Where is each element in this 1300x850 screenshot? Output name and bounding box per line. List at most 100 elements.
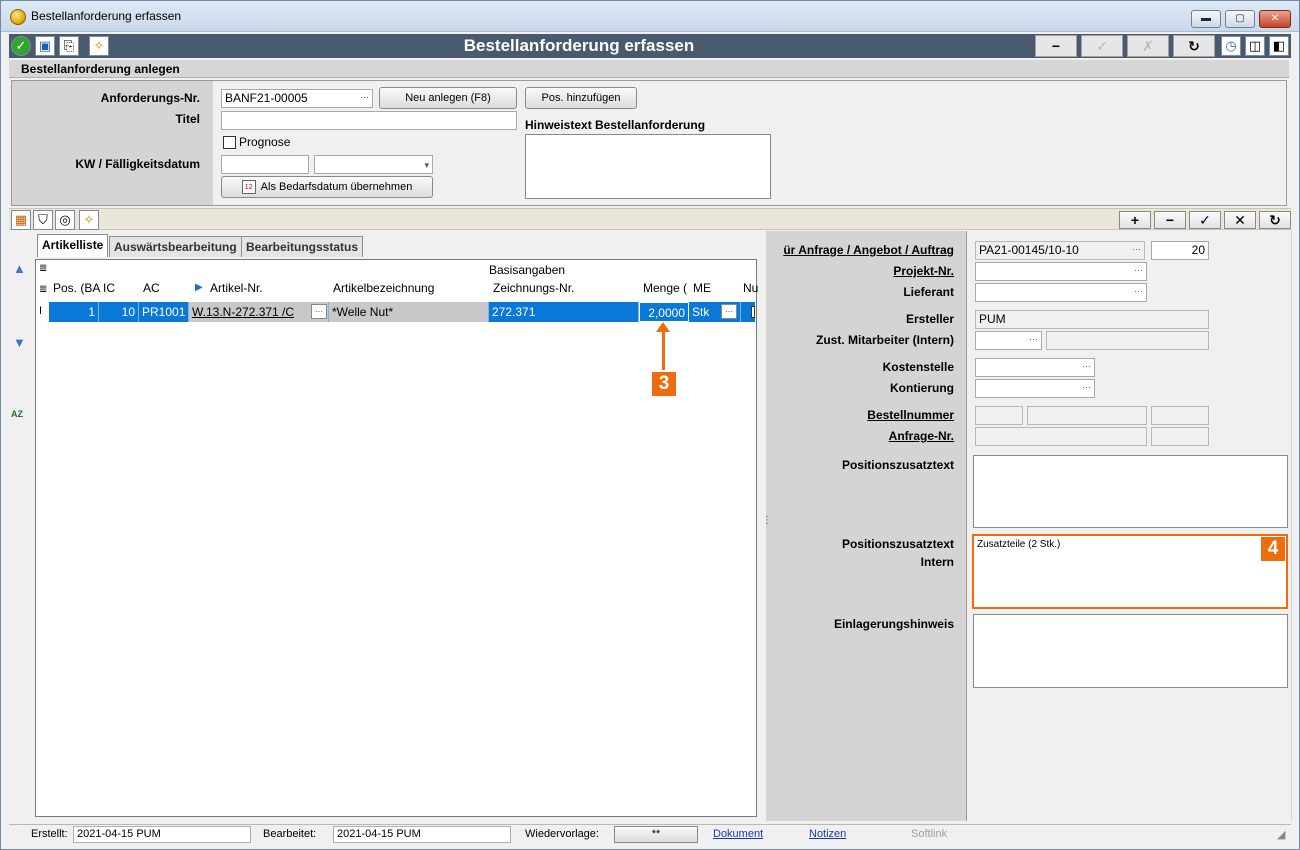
kontierung-input[interactable]: ···: [975, 379, 1095, 398]
lieferant-input[interactable]: ···: [975, 283, 1147, 302]
reload-button[interactable]: ↻: [1259, 211, 1291, 229]
lookup-icon[interactable]: ···: [1134, 284, 1143, 299]
cell-nu[interactable]: [751, 306, 755, 318]
titel-input[interactable]: [221, 111, 517, 130]
anfragenr-label[interactable]: Anfrage-Nr.: [764, 429, 954, 443]
column-header-ic[interactable]: IC: [103, 281, 115, 295]
lookup-icon[interactable]: ···: [360, 90, 369, 105]
projekt-input[interactable]: ···: [975, 262, 1147, 281]
toolbar-caption: Bestellanforderung erfassen: [463, 36, 695, 55]
remove-row-button[interactable]: −: [1154, 211, 1186, 229]
maximize-button[interactable]: ▢: [1225, 10, 1255, 28]
cell-ic[interactable]: 10: [99, 302, 139, 322]
artikel-lookup-icon[interactable]: ···: [311, 304, 327, 319]
anforderungs-input[interactable]: BANF21-00005 ···: [221, 89, 373, 108]
main-toolbar: ✓ ▣ ⎘ ✧ Bestellanforderung erfassen − ✓ …: [9, 34, 1291, 58]
anfrage-qty-input[interactable]: 20: [1151, 241, 1209, 260]
column-header-artikel[interactable]: Artikel-Nr.: [210, 281, 263, 295]
cell-zeichnung[interactable]: 272.371: [489, 302, 639, 322]
anfrage-label[interactable]: ür Anfrage / Angebot / Auftrag: [764, 243, 954, 257]
anfragenr-input-1: [975, 427, 1147, 446]
projekt-label[interactable]: Projekt-Nr.: [764, 264, 954, 278]
column-header-pos[interactable]: Pos. (BA: [53, 281, 100, 295]
einlagerung-textarea[interactable]: [973, 614, 1288, 688]
ersteller-input: PUM: [975, 310, 1209, 329]
column-header-ac[interactable]: AC: [143, 281, 160, 295]
cell-artikel[interactable]: W.13.N-272.371 /C: [189, 302, 329, 322]
kw-input[interactable]: [221, 155, 309, 174]
poszusatz-intern-label-2: Intern: [920, 555, 954, 569]
sort-az-icon[interactable]: AZ: [11, 409, 23, 419]
column-menu-icon[interactable]: ≣: [39, 263, 47, 274]
cell-ac[interactable]: PR1001: [139, 302, 189, 322]
add-row-button[interactable]: +: [1119, 211, 1151, 229]
toolbar-save-button[interactable]: ✓: [1081, 35, 1123, 57]
column-header-zeichnung[interactable]: Zeichnungs-Nr.: [493, 281, 574, 295]
tab-auswaertsbearbeitung[interactable]: Auswärtsbearbeitung: [109, 236, 242, 257]
status-bar: Erstellt: 2021-04-15 PUM Bearbeitet: 202…: [9, 824, 1291, 844]
callout-arrowhead: [656, 322, 670, 332]
me-lookup-icon[interactable]: ···: [721, 304, 737, 319]
neu-anlegen-button[interactable]: Neu anlegen (F8): [379, 87, 517, 109]
cell-bezeichnung[interactable]: *Welle Nut*: [329, 302, 489, 322]
toolbar-discard-button[interactable]: ✗: [1127, 35, 1169, 57]
cell-menge[interactable]: 2,0000: [639, 302, 689, 322]
notizen-link[interactable]: Notizen: [809, 828, 846, 840]
poszusatz-intern-textarea[interactable]: Zusatzteile (2 Stk.): [972, 534, 1288, 609]
bestellnummer-label[interactable]: Bestellnummer: [764, 408, 954, 422]
cube-export-icon[interactable]: ◧: [1269, 36, 1289, 56]
poszusatz-textarea[interactable]: [973, 455, 1288, 528]
calendar-icon: 12: [241, 180, 256, 195]
softlink-link[interactable]: Softlink: [911, 828, 947, 840]
view-icon[interactable]: ◎: [55, 210, 75, 230]
group-header: Basisangaben: [489, 263, 566, 277]
lookup-icon[interactable]: ···: [1132, 242, 1141, 257]
move-up-icon[interactable]: ▲: [13, 261, 26, 276]
table-row[interactable]: 1 10 PR1001 W.13.N-272.371 /C ··· *Welle…: [49, 302, 755, 322]
column-header-bezeichnung[interactable]: Artikelbezeichnung: [333, 281, 434, 295]
minimize-button[interactable]: ▬: [1191, 10, 1221, 28]
grid-icon[interactable]: ▦: [11, 210, 31, 230]
row-menu-icon[interactable]: ≣: [39, 284, 47, 295]
column-header-nu[interactable]: Nu: [743, 281, 758, 295]
tab-bearbeitungsstatus[interactable]: Bearbeitungsstatus: [241, 236, 364, 257]
lookup-icon[interactable]: ···: [1082, 359, 1091, 374]
mitarbeiter-label: Zust. Mitarbeiter (Intern): [815, 333, 954, 347]
lookup-icon[interactable]: ···: [1134, 263, 1143, 278]
clock-icon[interactable]: ◷: [1221, 36, 1241, 56]
column-header-menge[interactable]: Menge (: [643, 281, 687, 295]
kostenstelle-label: Kostenstelle: [882, 360, 954, 374]
hinweis-textarea[interactable]: [525, 134, 771, 199]
toolbar-minus-button[interactable]: −: [1035, 35, 1077, 57]
wiedervorlage-label: Wiedervorlage:: [525, 828, 599, 840]
cancel-button[interactable]: ✕: [1224, 211, 1256, 229]
apply-button[interactable]: ✓: [1189, 211, 1221, 229]
cell-pos[interactable]: 1: [49, 302, 99, 322]
kostenstelle-input[interactable]: ···: [975, 358, 1095, 377]
anfrage-input[interactable]: PA21-00145/10-10 ···: [975, 241, 1145, 260]
toolbar-refresh-button[interactable]: ↻: [1173, 35, 1215, 57]
callout-arrow-line: [662, 329, 665, 370]
dokument-link[interactable]: Dokument: [713, 828, 763, 840]
bedarfsdatum-button[interactable]: 12 Als Bedarfsdatum übernehmen: [221, 176, 433, 198]
header-form: Anforderungs-Nr. Titel KW / Fälligkeitsd…: [11, 80, 1287, 206]
lookup-icon[interactable]: ···: [1082, 380, 1091, 395]
pos-hinzufuegen-button[interactable]: Pos. hinzufügen: [525, 87, 637, 109]
lookup-icon[interactable]: ···: [1029, 332, 1038, 347]
splitter-handle[interactable]: ⋮: [762, 515, 772, 526]
wiedervorlage-button[interactable]: **: [614, 826, 698, 843]
poszusatz-intern-label: Positionszusatztext: [841, 537, 954, 551]
search-wizard-icon[interactable]: ✧: [79, 210, 99, 230]
filter-icon[interactable]: ⛉: [33, 210, 53, 230]
close-button[interactable]: ✕: [1259, 10, 1291, 28]
erstellt-label: Erstellt:: [31, 828, 68, 840]
resize-grip-icon[interactable]: ◢: [1277, 828, 1285, 841]
mitarbeiter-input[interactable]: ···: [975, 331, 1042, 350]
date-select[interactable]: ▾: [314, 155, 433, 174]
column-header-me[interactable]: ME: [693, 281, 711, 295]
prognose-checkbox[interactable]: [223, 136, 236, 149]
move-down-icon[interactable]: ▼: [13, 335, 26, 350]
tab-artikelliste[interactable]: Artikelliste: [37, 234, 109, 257]
cube-icon[interactable]: ◫: [1245, 36, 1265, 56]
anforderungs-label: Anforderungs-Nr.: [100, 91, 200, 105]
